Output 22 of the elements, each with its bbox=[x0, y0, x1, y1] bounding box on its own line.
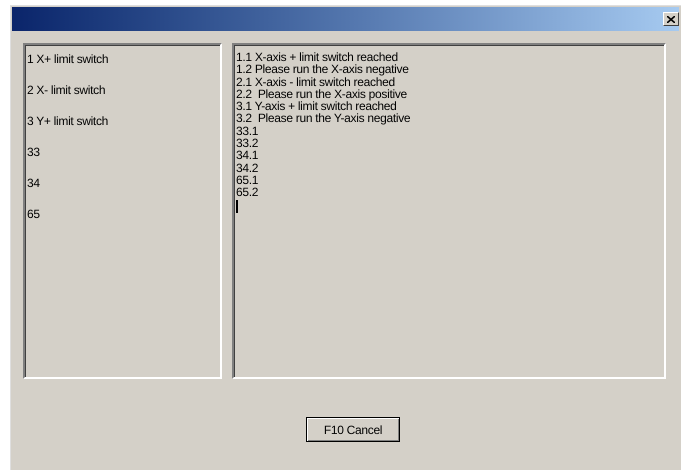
log-line: 1.2 Please run the X-axis negative bbox=[236, 63, 410, 76]
log-line: 65.1 bbox=[236, 174, 260, 186]
log-line: 3.1 Y-axis + limit switch reached bbox=[236, 100, 397, 112]
list-item[interactable]: 2 X- limit switch bbox=[27, 82, 220, 99]
log-line: 3.2 Please run the Y-axis negative bbox=[236, 112, 412, 125]
cancel-button[interactable]: F10 Cancel bbox=[306, 417, 400, 442]
list-item[interactable]: 1 X+ limit switch bbox=[27, 51, 220, 68]
list-item[interactable]: 3 Y+ limit switch bbox=[27, 113, 220, 130]
text-cursor bbox=[236, 200, 238, 213]
list-item[interactable]: 65 bbox=[27, 206, 220, 223]
log-line: 34.2 bbox=[236, 162, 260, 174]
log-line: 33.1 bbox=[236, 124, 260, 138]
log-line: 33.2 bbox=[236, 137, 260, 150]
log-line: 1.1 X-axis + limit switch reached bbox=[236, 51, 399, 64]
close-button[interactable] bbox=[663, 12, 679, 26]
log-line: 34.1 bbox=[236, 149, 260, 162]
log-line: 2.1 X-axis - limit switch reached bbox=[236, 76, 395, 88]
close-icon bbox=[667, 16, 675, 22]
log-line: 2.2 Please run the X-axis positive bbox=[236, 88, 408, 100]
log-line: 65.2 bbox=[236, 186, 260, 199]
list-item[interactable]: 34 bbox=[27, 175, 220, 192]
list-item[interactable]: 33 bbox=[27, 144, 220, 161]
